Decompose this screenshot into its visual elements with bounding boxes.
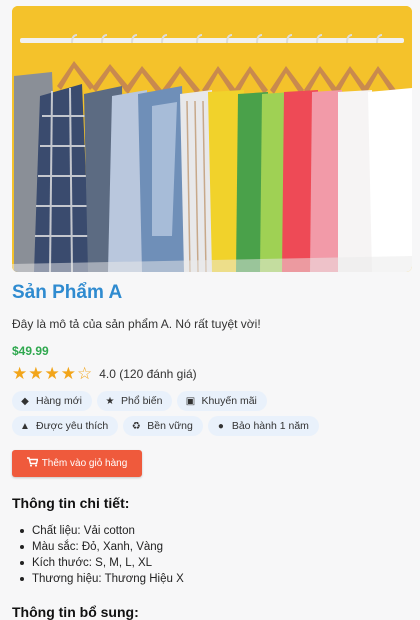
star-icon: ★ [28, 364, 44, 383]
list-item: Màu sắc: Đỏ, Xanh, Vàng [20, 539, 184, 555]
tag-chip-promo[interactable]: ▣ Khuyến mãi [177, 391, 267, 411]
cart-icon [26, 457, 39, 470]
star-icon: ★ [60, 364, 76, 383]
tag-label: Được yêu thích [36, 420, 109, 432]
list-item: Kích thước: S, M, L, XL [20, 555, 184, 571]
tag-row: ◆ Hàng mới ★ Phổ biến ▣ Khuyến mãi [12, 391, 412, 411]
star-outline-icon: ☆ [77, 364, 93, 383]
add-to-cart-button[interactable]: Thêm vào giỏ hàng [12, 450, 142, 477]
star-icon: ★ [105, 395, 115, 407]
product-image [12, 6, 412, 272]
tag-icon: ◆ [21, 395, 29, 407]
list-item: Chất liệu: Vải cotton [20, 523, 184, 539]
tag-row: ▲ Được yêu thích ♻ Bền vững ● Bảo hành 1… [12, 416, 412, 436]
tag-label: Phổ biến [120, 395, 163, 407]
tag-label: Bảo hành 1 năm [231, 420, 309, 432]
details-heading: Thông tin chi tiết: [12, 495, 130, 511]
tag-label: Khuyến mãi [201, 395, 257, 407]
tag-label: Hàng mới [36, 395, 82, 407]
thumbs-up-icon: ▲ [20, 420, 30, 432]
product-price: $49.99 [12, 344, 49, 358]
user-shield-icon: ● [217, 420, 224, 432]
list-item: Thương hiệu: Thương Hiệu X [20, 571, 184, 587]
star-icon: ★ [44, 364, 60, 383]
add-to-cart-label: Thêm vào giỏ hàng [41, 458, 128, 469]
product-rating: ★ ★ ★ ★ ☆ 4.0 (120 đánh giá) [12, 364, 197, 384]
tag-label: Bền vững [147, 420, 193, 432]
gift-icon: ▣ [185, 395, 196, 407]
tag-chip-new[interactable]: ◆ Hàng mới [12, 391, 92, 411]
extra-info-heading: Thông tin bổ sung: [12, 604, 139, 620]
tag-chip-warranty[interactable]: ● Bảo hành 1 năm [207, 416, 319, 436]
tag-chip-popular[interactable]: ★ Phổ biến [96, 391, 173, 411]
star-icon: ★ [12, 364, 28, 383]
tag-chip-favorite[interactable]: ▲ Được yêu thích [12, 416, 119, 436]
tag-chip-sustainable[interactable]: ♻ Bền vững [123, 416, 203, 436]
details-list: Chất liệu: Vải cotton Màu sắc: Đỏ, Xanh,… [20, 523, 184, 587]
rating-text: 4.0 (120 đánh giá) [99, 367, 197, 381]
product-description: Đây là mô tả của sản phẩm A. Nó rất tuyệ… [12, 317, 261, 331]
recycle-icon: ♻ [131, 420, 141, 432]
product-title: Sản Phẩm A [12, 282, 123, 303]
